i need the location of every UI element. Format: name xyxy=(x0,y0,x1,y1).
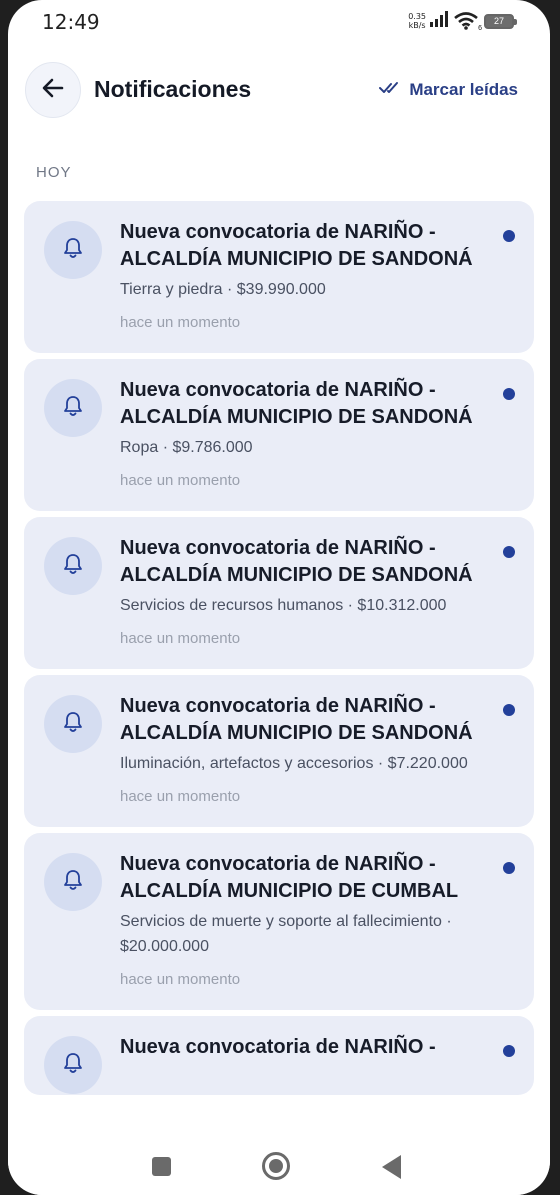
bell-icon xyxy=(61,394,85,423)
notification-detail: Servicios de recursos humanos · $10.312.… xyxy=(120,597,447,614)
unread-indicator xyxy=(503,862,515,874)
bell-icon xyxy=(61,1051,85,1080)
unread-indicator xyxy=(503,546,515,558)
double-check-icon xyxy=(379,81,401,100)
notification-card[interactable]: Nueva convocatoria de NARIÑO - ALCALDÍA … xyxy=(24,675,534,827)
notification-time: hace un momento xyxy=(120,788,241,805)
notification-card[interactable]: Nueva convocatoria de NARIÑO - ALCALDÍA … xyxy=(24,359,534,511)
wifi-icon: 6 xyxy=(454,12,482,32)
notification-time: hace un momento xyxy=(120,630,241,647)
system-nav-bar xyxy=(8,1135,550,1195)
app-header: Notificaciones Marcar leídas xyxy=(8,62,550,122)
bell-icon-container xyxy=(44,537,102,595)
bell-icon xyxy=(61,710,85,739)
notification-time: hace un momento xyxy=(120,971,241,988)
bell-icon-container xyxy=(44,379,102,437)
notification-title: Nueva convocatoria de NARIÑO - ALCALDÍA … xyxy=(120,853,459,902)
battery-level: 27 xyxy=(493,15,504,26)
notification-title: Nueva convocatoria de NARIÑO - xyxy=(120,1036,436,1058)
notification-title: Nueva convocatoria de NARIÑO - ALCALDÍA … xyxy=(120,695,473,744)
unread-indicator xyxy=(503,704,515,716)
bell-icon-container xyxy=(44,695,102,753)
page-title: Notificaciones xyxy=(94,76,252,102)
back-button[interactable] xyxy=(25,62,81,118)
notification-time: hace un momento xyxy=(120,314,241,331)
square-icon[interactable] xyxy=(152,1157,171,1176)
bell-icon-container xyxy=(44,1036,102,1094)
notification-title: Nueva convocatoria de NARIÑO - ALCALDÍA … xyxy=(120,379,473,428)
mark-read-label: Marcar leídas xyxy=(409,80,518,99)
network-speed-unit: kB/s xyxy=(408,21,426,30)
unread-indicator xyxy=(503,1045,515,1057)
bell-icon xyxy=(61,868,85,897)
notification-list[interactable]: Nueva convocatoria de NARIÑO - ALCALDÍA … xyxy=(24,201,534,1133)
status-icons: 0.35 kB/s 6 27 xyxy=(408,8,517,34)
bell-icon-container xyxy=(44,221,102,279)
notification-detail: Ropa · $9.786.000 xyxy=(120,439,253,456)
triangle-back-icon[interactable] xyxy=(382,1155,401,1179)
notification-detail: Servicios de muerte y soporte al falleci… xyxy=(120,913,452,955)
signal-icon xyxy=(430,10,450,32)
unread-indicator xyxy=(503,388,515,400)
mark-read-button[interactable]: Marcar leídas xyxy=(379,80,518,100)
notification-title: Nueva convocatoria de NARIÑO - ALCALDÍA … xyxy=(120,537,473,586)
wifi-badge: 6 xyxy=(478,25,482,32)
notification-card[interactable]: Nueva convocatoria de NARIÑO - ALCALDÍA … xyxy=(24,833,534,1010)
network-speed: 0.35 kB/s xyxy=(408,12,426,30)
notification-card[interactable]: Nueva convocatoria de NARIÑO - xyxy=(24,1016,534,1095)
notification-card[interactable]: Nueva convocatoria de NARIÑO - ALCALDÍA … xyxy=(24,517,534,669)
status-bar: 12:49 0.35 kB/s 6 27 xyxy=(8,0,550,44)
notification-title: Nueva convocatoria de NARIÑO - ALCALDÍA … xyxy=(120,221,473,270)
arrow-left-icon xyxy=(42,78,64,103)
phone-screen: 12:49 0.35 kB/s 6 27 Notificaciones Marc… xyxy=(8,0,550,1195)
notification-detail: Tierra y piedra · $39.990.000 xyxy=(120,281,326,298)
bell-icon xyxy=(61,552,85,581)
notification-time: hace un momento xyxy=(120,472,241,489)
circle-icon[interactable] xyxy=(262,1152,290,1180)
notification-card[interactable]: Nueva convocatoria de NARIÑO - ALCALDÍA … xyxy=(24,201,534,353)
status-time: 12:49 xyxy=(42,10,100,34)
section-label-today: HOY xyxy=(36,164,72,181)
network-speed-value: 0.35 xyxy=(408,12,426,21)
bell-icon-container xyxy=(44,853,102,911)
bell-icon xyxy=(61,236,85,265)
notification-detail: Iluminación, artefactos y accesorios · $… xyxy=(120,755,468,772)
battery-icon: 27 xyxy=(484,13,517,29)
unread-indicator xyxy=(503,230,515,242)
